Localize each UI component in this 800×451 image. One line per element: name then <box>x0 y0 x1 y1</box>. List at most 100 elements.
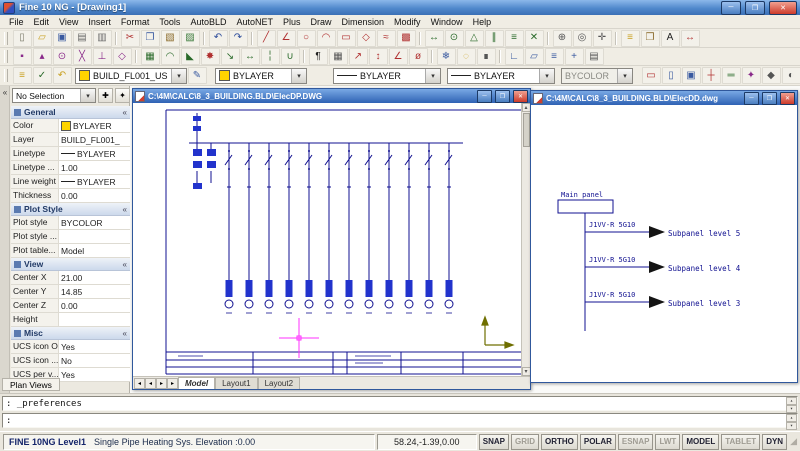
make-object-layer-current-icon[interactable]: ✎ <box>188 67 207 84</box>
command-scrollbar[interactable]: ▴ ▾ <box>786 414 797 427</box>
layer-dropdown[interactable]: BUILD_FL001_US ▾ <box>75 68 187 84</box>
mtext-icon[interactable]: ¶ <box>309 48 328 65</box>
tab-next-button[interactable]: ▸ <box>156 378 167 389</box>
layer-lock-icon[interactable]: ∎ <box>477 48 496 65</box>
chevron-down-icon[interactable]: ▾ <box>425 69 440 83</box>
offset-icon[interactable]: ≡ <box>505 30 524 47</box>
toggle-polar[interactable]: POLAR <box>580 434 616 450</box>
menu-insert[interactable]: Insert <box>83 16 116 28</box>
menu-modify[interactable]: Modify <box>389 16 426 28</box>
child-minimize-button[interactable]: ─ <box>744 92 759 105</box>
menu-autonet[interactable]: AutoNET <box>231 16 278 28</box>
toggle-model[interactable]: MODEL <box>682 434 719 450</box>
menu-window[interactable]: Window <box>426 16 468 28</box>
restore-button[interactable]: ❐ <box>745 1 765 15</box>
copy-icon[interactable]: ❐ <box>141 30 160 47</box>
explode-icon[interactable]: ✸ <box>201 48 220 65</box>
rectangle-icon[interactable]: ▭ <box>337 30 356 47</box>
chamfer-icon[interactable]: ◣ <box>181 48 200 65</box>
scale-icon[interactable]: △ <box>465 30 484 47</box>
menu-dimension[interactable]: Dimension <box>337 16 390 28</box>
scroll-up-icon[interactable]: ▴ <box>786 414 797 422</box>
cut-icon[interactable]: ✂ <box>121 30 140 47</box>
command-history[interactable]: : _preferences ▴ ▾ <box>2 396 798 411</box>
layer-previous-icon[interactable]: ↶ <box>53 67 72 84</box>
palette-collapse-button[interactable]: « <box>0 86 10 99</box>
rotate-icon[interactable]: ⊙ <box>445 30 464 47</box>
lengthen-icon[interactable]: ↔ <box>241 48 260 65</box>
drawing-canvas-elecdp[interactable] <box>133 103 521 376</box>
scroll-up-icon[interactable]: ▴ <box>786 397 797 405</box>
table-icon[interactable]: ▦ <box>329 48 348 65</box>
paste-icon[interactable]: ▧ <box>161 30 180 47</box>
render-icon[interactable]: ◐ <box>782 67 800 84</box>
resize-grip-icon[interactable]: ◢ <box>790 436 797 447</box>
zoom-window-icon[interactable]: ⊕ <box>553 30 572 47</box>
layer-freeze-icon[interactable]: ❄ <box>437 48 456 65</box>
toggle-ortho[interactable]: ORTHO <box>541 434 578 450</box>
dim-linear-icon[interactable]: ↕ <box>369 48 388 65</box>
view-3d-icon[interactable]: ◆ <box>762 67 781 84</box>
coordinates-readout[interactable]: 58.24,-1.39,0.00 <box>377 434 477 450</box>
fillet-icon[interactable]: ◠ <box>161 48 180 65</box>
break-icon[interactable]: ╎ <box>261 48 280 65</box>
collapse-chevron-icon[interactable]: « <box>123 329 127 338</box>
color-dropdown[interactable]: BYLAYER ▾ <box>215 68 307 84</box>
hatch-icon[interactable]: ▩ <box>397 30 416 47</box>
snap-endpoint-icon[interactable]: ▪ <box>13 48 32 65</box>
tab-layout2[interactable]: Layout2 <box>258 377 300 389</box>
tab-prev-button[interactable]: ◂ <box>145 378 156 389</box>
toggle-dyn[interactable]: DYN <box>762 434 787 450</box>
snap-midpoint-icon[interactable]: ▴ <box>33 48 52 65</box>
drawing-canvas-elecdd[interactable]: Main panel J1VV-R 5G10 Subpanel level 5 … <box>531 105 797 382</box>
pan-icon[interactable]: ✛ <box>593 30 612 47</box>
menu-autobld[interactable]: AutoBLD <box>185 16 231 28</box>
mirror-icon[interactable]: ∥ <box>485 30 504 47</box>
match-properties-icon[interactable]: ▨ <box>181 30 200 47</box>
linetype-dropdown[interactable]: BYLAYER ▾ <box>333 68 441 84</box>
vertical-scrollbar[interactable]: ▴ ▾ <box>521 103 530 376</box>
tab-layout1[interactable]: Layout1 <box>215 377 257 389</box>
area-icon[interactable]: ▱ <box>525 48 544 65</box>
layer-off-icon[interactable]: ◌ <box>457 48 476 65</box>
distance-icon[interactable]: ∟ <box>505 48 524 65</box>
layer-properties-icon[interactable]: ≡ <box>13 67 32 84</box>
text-icon[interactable]: A <box>661 30 680 47</box>
section-header-plot-style[interactable]: Plot Style « <box>11 203 130 216</box>
toolbar-grip[interactable] <box>4 32 8 45</box>
minimize-button[interactable]: ─ <box>721 1 741 15</box>
quick-select-button[interactable]: ✦ <box>115 88 130 103</box>
lineweight-dropdown[interactable]: BYLAYER ▾ <box>447 68 555 84</box>
menu-view[interactable]: View <box>54 16 83 28</box>
command-input[interactable]: : ▴ ▾ <box>2 413 798 428</box>
toggle-esnap[interactable]: ESNAP <box>618 434 654 450</box>
collapse-chevron-icon[interactable]: « <box>123 260 127 269</box>
pickadd-toggle-button[interactable]: ✚ <box>98 88 113 103</box>
wall-tool-icon[interactable]: ▭ <box>642 67 661 84</box>
dim-angular-icon[interactable]: ∠ <box>389 48 408 65</box>
selection-dropdown[interactable]: No Selection ▾ <box>12 88 96 103</box>
layers-icon[interactable]: ≡ <box>621 30 640 47</box>
list-icon[interactable]: ≡ <box>545 48 564 65</box>
section-header-general[interactable]: General « <box>11 106 130 119</box>
new-file-icon[interactable]: ▯ <box>13 30 32 47</box>
child-restore-button[interactable]: ❐ <box>762 92 777 105</box>
polygon-icon[interactable]: ◇ <box>357 30 376 47</box>
section-header-misc[interactable]: Misc « <box>11 327 130 340</box>
child-restore-button[interactable]: ❐ <box>495 90 510 103</box>
circle-icon[interactable]: ○ <box>297 30 316 47</box>
tab-first-button[interactable]: ◂ <box>134 378 145 389</box>
toggle-snap[interactable]: SNAP <box>479 434 509 450</box>
leader-icon[interactable]: ↗ <box>349 48 368 65</box>
chevron-down-icon[interactable]: ▾ <box>171 69 186 83</box>
menu-help[interactable]: Help <box>468 16 497 28</box>
snap-perpendicular-icon[interactable]: ⊥ <box>93 48 112 65</box>
toolbar-grip[interactable] <box>4 50 8 63</box>
undo-icon[interactable]: ↶ <box>209 30 228 47</box>
child-close-button[interactable]: ✕ <box>780 92 795 105</box>
menu-format[interactable]: Format <box>116 16 155 28</box>
pipe-tool-icon[interactable]: ┼ <box>702 67 721 84</box>
plot-icon[interactable]: ▤ <box>73 30 92 47</box>
child-title-bar[interactable]: C:\4M\CALC\8_3_BUILDING.BLD\ElecDD.dwg ─… <box>531 91 797 105</box>
stretch-icon[interactable]: ↘ <box>221 48 240 65</box>
